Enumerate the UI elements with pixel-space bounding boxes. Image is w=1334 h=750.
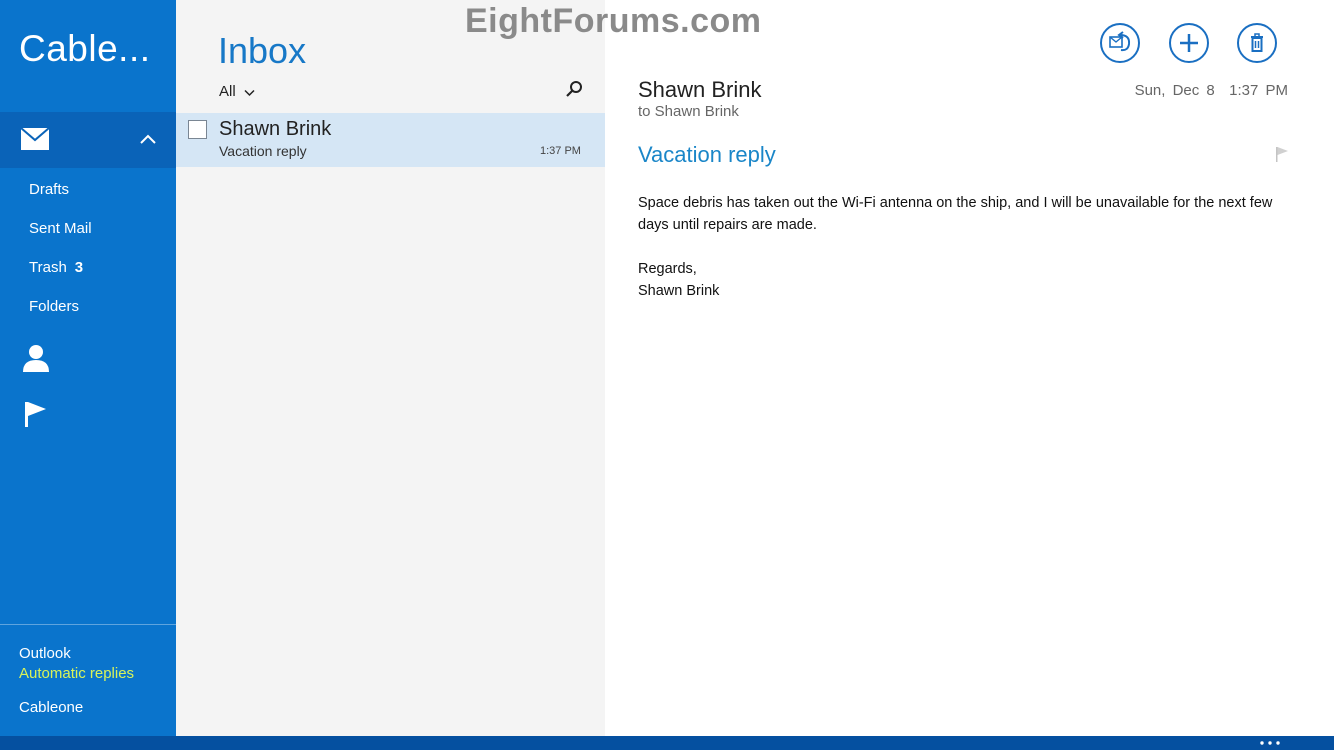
list-item[interactable]: Shawn Brink Vacation reply 1:37 PM xyxy=(176,113,605,167)
message-list-pane: Inbox All Shawn Brink Vacation reply 1:3… xyxy=(176,0,605,736)
filter-dropdown[interactable]: All xyxy=(219,83,236,100)
folder-label: Trash xyxy=(29,259,67,276)
folder-title: Inbox xyxy=(218,30,307,71)
folder-label: Sent Mail xyxy=(29,220,92,237)
select-checkbox[interactable] xyxy=(188,120,207,139)
app-bar xyxy=(0,736,1334,750)
account-outlook[interactable]: Outlook xyxy=(19,645,71,662)
folder-trash[interactable]: Trash 3 xyxy=(29,259,83,276)
mail-icon xyxy=(20,127,50,150)
recipient-line: to Shawn Brink xyxy=(638,103,739,120)
message-subject: Vacation reply xyxy=(219,143,307,159)
folder-drafts[interactable]: Drafts xyxy=(29,181,69,198)
sidebar-divider xyxy=(0,624,176,625)
mail-folder-toggle[interactable] xyxy=(0,112,176,168)
body-signature: Shawn Brink xyxy=(638,283,720,299)
new-message-button[interactable] xyxy=(1169,23,1209,63)
flag-icon[interactable] xyxy=(1275,146,1289,162)
search-icon[interactable] xyxy=(565,80,583,98)
unread-count-badge: 3 xyxy=(74,259,84,276)
folder-folders[interactable]: Folders xyxy=(29,298,79,315)
folder-sent-mail[interactable]: Sent Mail xyxy=(29,220,92,237)
message-sender: Shawn Brink xyxy=(219,118,332,140)
reading-pane: Shawn Brink to Shawn Brink Sun, Dec 8 1:… xyxy=(605,0,1334,736)
navigation-sidebar: Cable... Drafts Sent Mail Trash 3 Folders… xyxy=(0,0,176,736)
flag-icon[interactable] xyxy=(22,399,50,429)
respond-button[interactable] xyxy=(1100,23,1140,63)
plus-icon xyxy=(1180,34,1198,52)
chevron-up-icon[interactable] xyxy=(138,131,158,147)
message-time: 1:37 PM xyxy=(540,145,581,157)
account-title[interactable]: Cable... xyxy=(19,28,151,70)
automatic-replies-status[interactable]: Automatic replies xyxy=(19,665,134,682)
chevron-down-icon[interactable] xyxy=(244,89,255,97)
message-time: 1:37 PM xyxy=(1229,82,1288,99)
account-cableone[interactable]: Cableone xyxy=(19,699,83,716)
message-subject-heading: Vacation reply xyxy=(638,142,776,167)
respond-icon xyxy=(1109,31,1131,52)
folder-label: Drafts xyxy=(29,181,70,198)
message-body: Space debris has taken out the Wi-Fi ant… xyxy=(638,192,1288,302)
folder-label: Folders xyxy=(29,298,80,315)
watermark: EightForums.com xyxy=(465,2,762,40)
trash-icon xyxy=(1251,33,1263,52)
body-paragraph: Space debris has taken out the Wi-Fi ant… xyxy=(638,195,1273,233)
delete-button[interactable] xyxy=(1237,23,1277,63)
message-datetime: Sun, Dec 8 1:37 PM xyxy=(1135,82,1288,99)
people-icon[interactable] xyxy=(22,343,50,373)
sender-name[interactable]: Shawn Brink xyxy=(638,77,762,103)
message-date: Sun, Dec 8 xyxy=(1134,82,1215,99)
more-options-icon[interactable] xyxy=(1259,741,1281,745)
body-signoff: Regards, xyxy=(638,261,697,277)
